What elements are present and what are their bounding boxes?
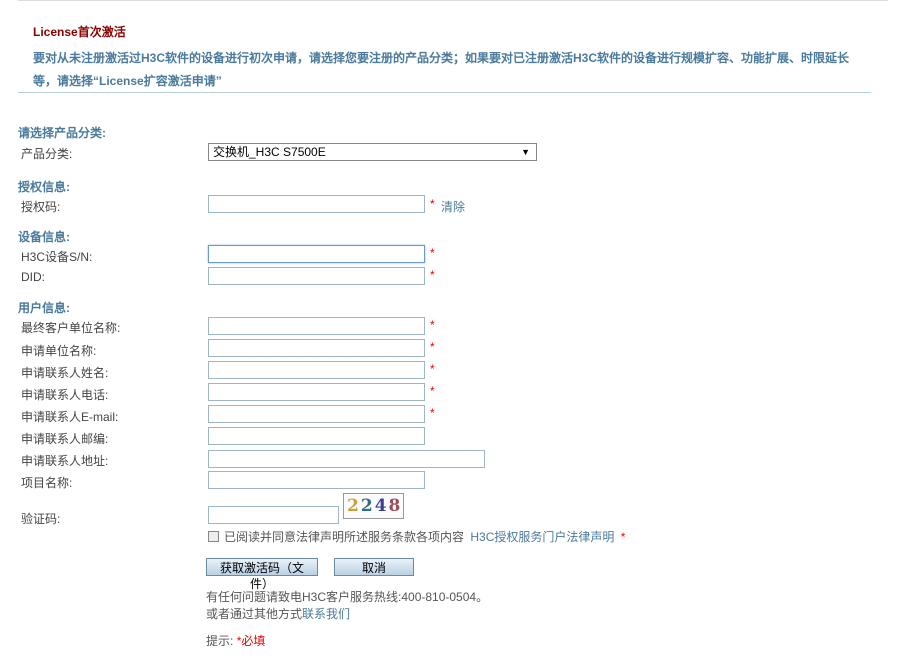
product-category-selected: 交换机_H3C S7500E xyxy=(213,145,326,159)
page-title: License首次激活 xyxy=(33,25,126,39)
section-device-title: 设备信息: xyxy=(18,230,70,244)
top-divider xyxy=(18,0,888,1)
contact-zip-label: 申请联系人邮编: xyxy=(21,432,109,446)
contact-zip-input[interactable] xyxy=(208,427,425,445)
contact-name-required-mark: * xyxy=(430,362,435,376)
device-did-input[interactable] xyxy=(208,267,425,285)
captcha-digit: 8 xyxy=(388,496,403,516)
get-activation-code-button[interactable]: 获取激活码（文件） xyxy=(206,558,318,591)
page-header: License首次激活 要对从未注册激活过H3C软件的设备进行初次申请，请选择您… xyxy=(33,23,873,93)
hint-row: 提示: *必填 xyxy=(206,632,265,649)
end-customer-required-mark: * xyxy=(430,318,435,332)
auth-code-label: 授权码: xyxy=(21,200,61,214)
contact-address-input[interactable] xyxy=(208,450,485,468)
device-did-required-mark: * xyxy=(430,268,435,282)
project-name-input[interactable] xyxy=(208,471,425,489)
project-name-label: 项目名称: xyxy=(21,476,73,490)
clear-auth-code-link[interactable]: 清除 xyxy=(441,198,465,215)
agreement-required-mark: * xyxy=(620,530,626,544)
captcha-image[interactable]: 2248 xyxy=(343,493,404,519)
contact-phone-input[interactable] xyxy=(208,383,425,401)
agreement-row: 已阅读并同意法律声明所述服务条款各项内容 H3C授权服务门户法律声明 * xyxy=(208,528,625,545)
device-sn-required-mark: * xyxy=(430,246,435,260)
applicant-org-label: 申请单位名称: xyxy=(21,344,97,358)
section-user-title: 用户信息: xyxy=(18,301,70,315)
auth-code-required-mark: * xyxy=(430,197,435,211)
agreement-checkbox[interactable] xyxy=(208,531,219,542)
contact-email-label: 申请联系人E-mail: xyxy=(21,410,119,424)
description-line-2: 等，请选择“License扩容激活申请” xyxy=(33,74,222,88)
captcha-digit: 2 xyxy=(347,496,361,516)
contact-email-required-mark: * xyxy=(430,406,435,420)
header-divider xyxy=(18,92,871,93)
applicant-org-required-mark: * xyxy=(430,340,435,354)
device-did-label: DID: xyxy=(21,270,45,284)
device-sn-input[interactable] xyxy=(208,245,425,263)
contact-email-input[interactable] xyxy=(208,405,425,423)
cancel-button[interactable]: 取消 xyxy=(334,558,414,576)
legal-statement-link[interactable]: H3C授权服务门户法律声明 xyxy=(470,530,614,544)
contact-us-link[interactable]: 联系我们 xyxy=(302,607,350,621)
description-line-1: 要对从未注册激活过H3C软件的设备进行初次申请，请选择您要注册的产品分类；如果要… xyxy=(33,51,850,65)
other-contact-row: 或者通过其他方式联系我们 xyxy=(206,605,350,622)
device-sn-label: H3C设备S/N: xyxy=(21,250,93,264)
section-product-title: 请选择产品分类: xyxy=(18,126,106,140)
auth-code-input[interactable] xyxy=(208,195,425,213)
other-contact-prefix: 或者通过其他方式 xyxy=(206,607,303,621)
agreement-text: 已阅读并同意法律声明所述服务条款各项内容 xyxy=(224,530,465,544)
contact-name-input[interactable] xyxy=(208,361,425,379)
applicant-org-input[interactable] xyxy=(208,339,425,357)
triangle-down-icon: ▼ xyxy=(521,147,530,157)
end-customer-input[interactable] xyxy=(208,317,425,335)
product-category-label: 产品分类: xyxy=(21,147,73,161)
section-auth-title: 授权信息: xyxy=(18,180,70,194)
captcha-label: 验证码: xyxy=(21,512,61,526)
hotline-text: 有任何问题请致电H3C客户服务热线:400-810-0504。 xyxy=(206,590,489,604)
contact-name-label: 申请联系人姓名: xyxy=(21,366,109,380)
contact-address-label: 申请联系人地址: xyxy=(21,454,109,468)
captcha-digit: 2 xyxy=(360,496,375,516)
page-description: 要对从未注册激活过H3C软件的设备进行初次申请，请选择您要注册的产品分类；如果要… xyxy=(33,47,873,93)
captcha-digit: 4 xyxy=(374,496,389,516)
captcha-input[interactable] xyxy=(208,506,339,524)
end-customer-label: 最终客户单位名称: xyxy=(21,321,121,335)
hint-required-text: *必填 xyxy=(236,634,266,648)
product-category-select[interactable]: 交换机_H3C S7500E ▼ xyxy=(208,143,537,161)
contact-phone-label: 申请联系人电话: xyxy=(21,388,109,402)
hint-label: 提示: xyxy=(206,634,234,648)
contact-phone-required-mark: * xyxy=(430,384,435,398)
